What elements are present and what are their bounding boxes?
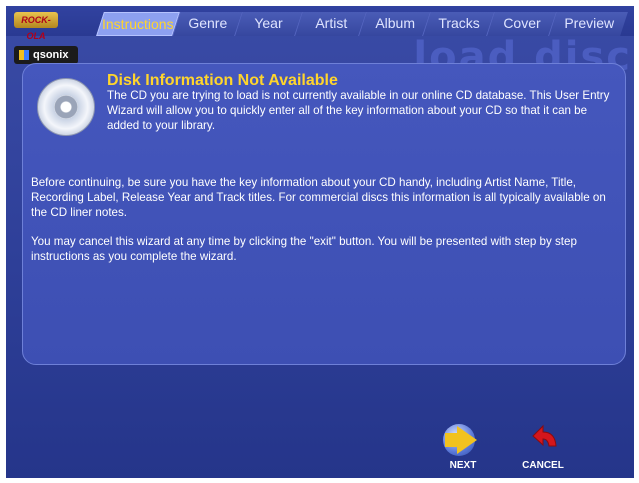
tab-instructions[interactable]: Instructions — [96, 12, 180, 36]
tab-label: Preview — [563, 15, 614, 31]
next-label: NEXT — [449, 460, 477, 471]
instructions-text: Before continuing, be sure you have the … — [31, 176, 606, 219]
tab-album[interactable]: Album — [358, 12, 430, 36]
next-button[interactable]: NEXT — [435, 418, 491, 478]
next-arrow-head-icon — [457, 426, 477, 454]
cd-disc-icon — [37, 78, 95, 136]
qsonix-logo: qsonix — [14, 46, 78, 64]
tab-artist[interactable]: Artist — [294, 12, 366, 36]
app-window: Instructions Genre Year Artist Album Tra… — [6, 6, 634, 478]
tab-label: Tracks — [438, 15, 480, 31]
tab-genre[interactable]: Genre — [172, 12, 242, 36]
tab-tracks[interactable]: Tracks — [422, 12, 494, 36]
tab-label: Artist — [314, 15, 347, 31]
tab-label: Year — [254, 15, 283, 31]
cancel-info-text: You may cancel this wizard at any time b… — [31, 235, 577, 263]
tab-label: Cover — [503, 15, 541, 31]
tab-label: Album — [374, 15, 415, 31]
rockola-logo: ROCK-OLA — [14, 12, 58, 41]
tab-cover[interactable]: Cover — [486, 12, 556, 36]
qsonix-label: qsonix — [33, 49, 69, 61]
cancel-arrow-icon — [532, 424, 557, 447]
qsonix-mark-icon — [19, 50, 29, 60]
intro-text: The CD you are trying to load is not cur… — [107, 89, 610, 132]
tab-bar: Instructions Genre Year Artist Album Tra… — [6, 6, 634, 36]
cancel-label: CANCEL — [522, 460, 564, 471]
tab-preview[interactable]: Preview — [548, 12, 628, 36]
tab-label: Genre — [188, 15, 228, 31]
cancel-button[interactable]: CANCEL — [515, 418, 571, 478]
tab-label: Instructions — [102, 16, 174, 32]
info-panel: Disk Information Not Available The CD yo… — [22, 63, 626, 365]
tab-year[interactable]: Year — [234, 12, 302, 36]
